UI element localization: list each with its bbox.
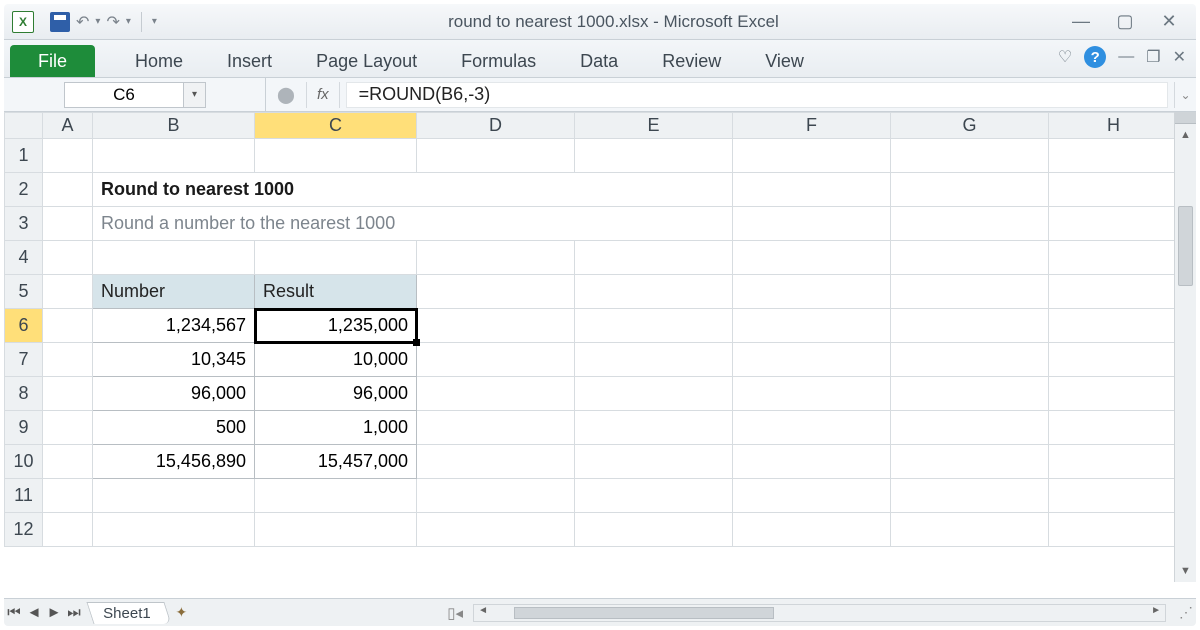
cell-b9[interactable]: 500: [93, 411, 255, 445]
scroll-down-icon[interactable]: ▼: [1175, 560, 1196, 582]
fx-icon[interactable]: fx: [306, 82, 340, 108]
col-header-h[interactable]: H: [1049, 113, 1179, 139]
window-controls: — ▢ ✕: [1070, 14, 1188, 30]
col-header-g[interactable]: G: [891, 113, 1049, 139]
redo-icon[interactable]: ↷: [106, 12, 119, 32]
cell-c9[interactable]: 1,000: [255, 411, 417, 445]
redo-dropdown-icon[interactable]: ▾: [126, 16, 131, 27]
sheet-subtitle[interactable]: Round a number to the nearest 1000: [93, 207, 733, 241]
formula-expand-icon[interactable]: ⌄: [1174, 82, 1196, 108]
row-header-5[interactable]: 5: [5, 275, 43, 309]
titlebar: X ↶ ▾ ↷ ▾ ▾ round to nearest 1000.xlsx -…: [4, 4, 1196, 40]
help-icon[interactable]: ?: [1084, 46, 1106, 68]
col-header-c[interactable]: C: [255, 113, 417, 139]
formula-bar-row: C6 ▾ ⬤ fx =ROUND(B6,-3) ⌄: [4, 78, 1196, 112]
excel-app-icon[interactable]: X: [12, 11, 34, 33]
col-header-e[interactable]: E: [575, 113, 733, 139]
sheet-tab-bar: ⏮ ◄ ► ⏭ Sheet1 ✦ ▯◂ ⋰: [4, 598, 1196, 626]
undo-icon[interactable]: ↶: [76, 12, 89, 32]
file-tab[interactable]: File: [10, 45, 95, 77]
scroll-track[interactable]: [1175, 146, 1196, 560]
row-header-2[interactable]: 2: [5, 173, 43, 207]
workbook-minimize-icon[interactable]: —: [1118, 48, 1134, 66]
cell-b8[interactable]: 96,000: [93, 377, 255, 411]
workbook-restore-icon[interactable]: ❐: [1146, 47, 1160, 67]
row-header-10[interactable]: 10: [5, 445, 43, 479]
col-header-b[interactable]: B: [93, 113, 255, 139]
tab-page-layout[interactable]: Page Layout: [294, 45, 439, 77]
row-header-3[interactable]: 3: [5, 207, 43, 241]
cell-b7[interactable]: 10,345: [93, 343, 255, 377]
table-header-number[interactable]: Number: [93, 275, 255, 309]
formula-input[interactable]: =ROUND(B6,-3): [346, 82, 1168, 108]
row-header-8[interactable]: 8: [5, 377, 43, 411]
maximize-icon[interactable]: ▢: [1114, 14, 1136, 30]
table-header-result[interactable]: Result: [255, 275, 417, 309]
save-icon[interactable]: [50, 12, 70, 32]
tab-formulas[interactable]: Formulas: [439, 45, 558, 77]
cell-c6[interactable]: 1,235,000: [255, 309, 417, 343]
close-icon[interactable]: ✕: [1158, 14, 1180, 30]
workbook-close-icon[interactable]: ✕: [1173, 47, 1186, 67]
undo-dropdown-icon[interactable]: ▾: [95, 16, 100, 27]
tab-insert[interactable]: Insert: [205, 45, 294, 77]
tab-review[interactable]: Review: [640, 45, 743, 77]
row-header-12[interactable]: 12: [5, 513, 43, 547]
horizontal-scrollbar[interactable]: [473, 604, 1166, 622]
worksheet-grid[interactable]: A B C D E F G H 1 2 Round to nearest 1000…: [4, 112, 1196, 582]
col-header-a[interactable]: A: [43, 113, 93, 139]
window-title: round to nearest 1000.xlsx - Microsoft E…: [157, 12, 1070, 32]
resize-grip-icon[interactable]: ⋰: [1176, 604, 1196, 621]
new-sheet-icon[interactable]: ✦: [176, 604, 188, 621]
row-header-7[interactable]: 7: [5, 343, 43, 377]
tab-home[interactable]: Home: [113, 45, 205, 77]
row-header-4[interactable]: 4: [5, 241, 43, 275]
minimize-icon[interactable]: —: [1070, 14, 1092, 30]
scroll-up-icon[interactable]: ▲: [1175, 124, 1196, 146]
row-header-6[interactable]: 6: [5, 309, 43, 343]
qat-divider: [141, 12, 142, 32]
row-header-9[interactable]: 9: [5, 411, 43, 445]
sheet-nav-last-icon[interactable]: ⏭: [64, 604, 84, 621]
formula-cancel-icon[interactable]: ⬤: [266, 85, 306, 105]
quick-access-toolbar: X ↶ ▾ ↷ ▾ ▾: [12, 11, 157, 33]
row-header-1[interactable]: 1: [5, 139, 43, 173]
row-header-11[interactable]: 11: [5, 479, 43, 513]
cell-c8[interactable]: 96,000: [255, 377, 417, 411]
cell-b6[interactable]: 1,234,567: [93, 309, 255, 343]
col-header-f[interactable]: F: [733, 113, 891, 139]
split-handle[interactable]: [1175, 112, 1196, 124]
ribbon-minimize-icon[interactable]: ♡: [1058, 47, 1072, 67]
cell-b10[interactable]: 15,456,890: [93, 445, 255, 479]
vertical-scrollbar[interactable]: ▲ ▼: [1174, 112, 1196, 582]
sheet-tab-label: Sheet1: [103, 605, 151, 622]
scroll-thumb[interactable]: [1178, 206, 1193, 286]
col-header-d[interactable]: D: [417, 113, 575, 139]
cell-c10[interactable]: 15,457,000: [255, 445, 417, 479]
select-all-corner[interactable]: [5, 113, 43, 139]
tab-view[interactable]: View: [743, 45, 826, 77]
sheet-nav-next-icon[interactable]: ►: [44, 604, 64, 621]
name-box-dropdown-icon[interactable]: ▾: [184, 82, 206, 108]
hscroll-thumb[interactable]: [514, 607, 774, 619]
ribbon-tabs: File Home Insert Page Layout Formulas Da…: [4, 40, 1196, 78]
sheet-nav-prev-icon[interactable]: ◄: [24, 604, 44, 621]
name-box[interactable]: C6: [64, 82, 184, 108]
cell-c7[interactable]: 10,000: [255, 343, 417, 377]
tab-split-handle[interactable]: ▯◂: [447, 604, 463, 622]
sheet-title[interactable]: Round to nearest 1000: [93, 173, 733, 207]
sheet-tab-active[interactable]: Sheet1: [86, 602, 171, 624]
sheet-nav-first-icon[interactable]: ⏮: [4, 604, 24, 621]
tab-data[interactable]: Data: [558, 45, 640, 77]
